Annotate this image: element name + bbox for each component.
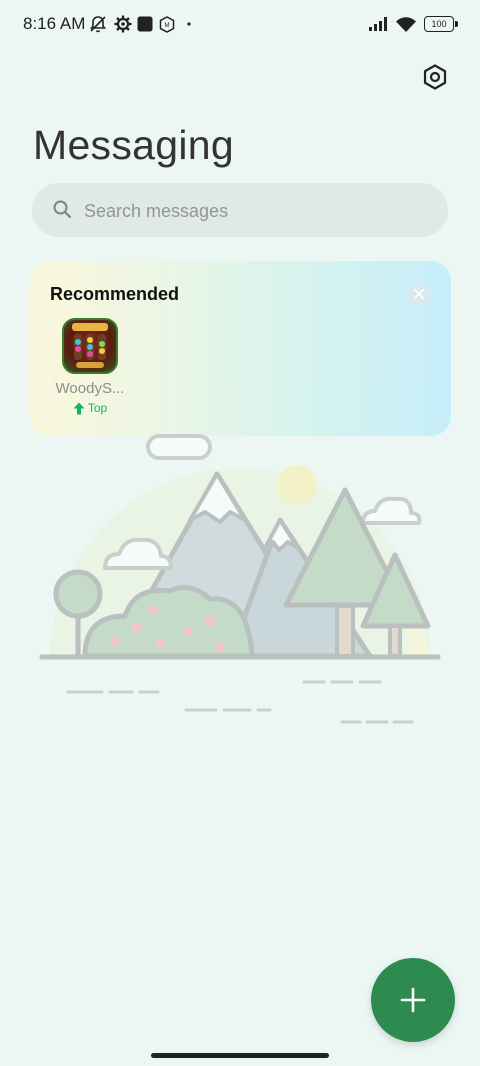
wifi-icon <box>395 13 417 35</box>
settings-button[interactable] <box>418 60 452 94</box>
signal-icon <box>368 13 390 35</box>
mountain-landscape-illustration <box>30 430 450 730</box>
app-name: WoodyS... <box>55 380 125 397</box>
top-badge: Top <box>52 401 128 415</box>
app-icon-woody <box>62 318 118 374</box>
new-message-button[interactable] <box>371 958 455 1042</box>
settings-hexagon-icon <box>423 64 447 90</box>
search-bar[interactable] <box>32 183 448 239</box>
recommended-card: Recommended WoodyS... Top <box>30 261 451 436</box>
settings-gear-icon <box>113 13 133 35</box>
svg-text:M: M <box>165 23 170 29</box>
top-badge-label: Top <box>87 401 108 415</box>
dot-icon <box>187 13 191 35</box>
mute-notifications-icon <box>88 13 108 35</box>
close-icon <box>414 289 424 299</box>
search-input[interactable] <box>82 183 436 239</box>
status-time: 8:16 AM <box>23 14 86 33</box>
battery-icon: 100 <box>424 16 458 32</box>
status-bar: 8:16 AM M 100 <box>0 0 480 48</box>
shield-app-icon: M <box>159 13 175 35</box>
square-app-icon <box>137 13 153 35</box>
page-title: Messaging <box>33 122 234 168</box>
search-icon <box>52 199 72 224</box>
plus-icon <box>400 987 426 1013</box>
home-indicator[interactable] <box>151 1053 329 1058</box>
close-recommended-button[interactable] <box>407 282 431 306</box>
arrow-up-icon <box>73 402 85 414</box>
recommended-title: Recommended <box>50 284 180 304</box>
recommended-app[interactable]: WoodyS... Top <box>52 318 128 415</box>
